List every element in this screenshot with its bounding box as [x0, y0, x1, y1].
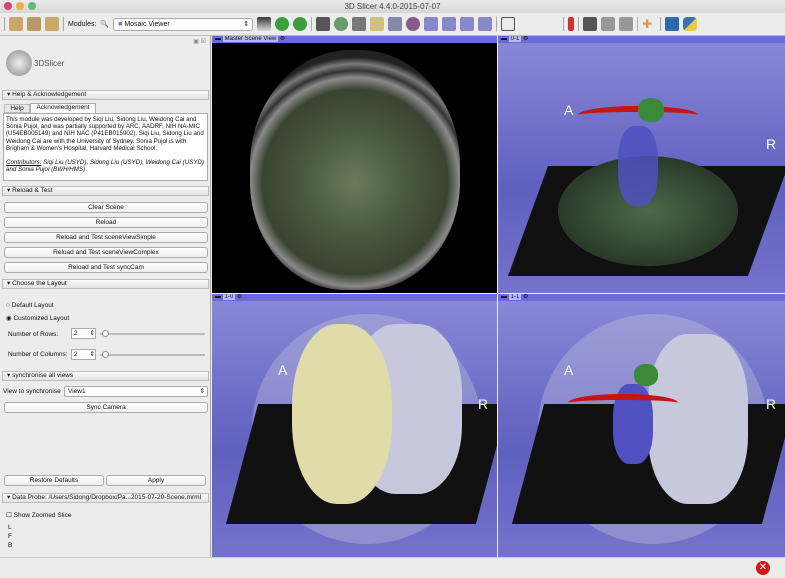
orientation-a: A — [564, 362, 574, 378]
view-controller-bar[interactable]: ▬ 1-0 ⚙ — [212, 294, 497, 301]
module-panel: ▣ ☒ 3DSlicer ▾ Help & Acknowledgement He… — [0, 36, 211, 557]
probe-line-b: B — [8, 542, 13, 549]
tab-acknowledgement[interactable]: Acknowledgement — [30, 103, 96, 113]
clear-scene-button[interactable]: Clear Scene — [4, 202, 208, 213]
module-search-icon[interactable]: 🔍 — [100, 20, 109, 28]
view-to-sync-select[interactable]: View1 ⇕ — [64, 386, 208, 397]
title-bar: 3D Slicer 4.4.0-2015-07-07 — [0, 0, 785, 13]
rows-slider[interactable] — [100, 330, 205, 337]
python-icon[interactable] — [683, 17, 698, 31]
models-icon[interactable] — [352, 17, 367, 31]
modules-label: Modules: — [68, 20, 97, 28]
editor-icon[interactable] — [370, 17, 385, 31]
back-icon[interactable] — [275, 17, 290, 31]
data-module-icon[interactable] — [316, 17, 331, 31]
close-window-button[interactable] — [4, 2, 12, 10]
cortex-right — [648, 334, 748, 504]
error-log-icon[interactable]: ✕ — [756, 561, 770, 575]
puzzle-icon: ■ — [118, 20, 123, 28]
columns-label: Number of Columns: — [8, 351, 68, 358]
extension-3-icon[interactable] — [460, 17, 475, 31]
reload-test-simple-button[interactable]: Reload and Test sceneViewSimple — [4, 232, 208, 243]
apply-button[interactable]: Apply — [106, 475, 206, 486]
view-to-sync-label: View to synchronise — [3, 388, 61, 395]
sync-camera-button[interactable]: Sync Camera — [4, 402, 208, 413]
data-probe-header[interactable]: ▾ Data Probe: /Users/Sidong/Dropbox/Pa..… — [2, 493, 209, 503]
orientation-a: A — [278, 362, 288, 378]
forward-icon[interactable] — [293, 17, 308, 31]
status-bar: ✕ — [0, 557, 785, 578]
rows-label: Number of Rows: — [8, 331, 59, 338]
scene-view-icon[interactable] — [601, 17, 616, 31]
crosshair-icon[interactable]: ✚ — [642, 17, 656, 31]
tab-help[interactable]: Help — [4, 104, 30, 113]
module-history-icon[interactable] — [257, 17, 272, 31]
acknowledgement-text: This module was developed by Siqi Liu, S… — [3, 113, 208, 181]
slicer-logo — [6, 50, 32, 76]
load-data-icon[interactable] — [9, 17, 23, 31]
reload-test-complex-button[interactable]: Reload and Test sceneViewComplex — [4, 247, 208, 258]
columns-spinbox[interactable]: 2 ⇕ — [71, 349, 96, 360]
tumor-model — [634, 364, 658, 386]
restore-defaults-button[interactable]: Restore Defaults — [4, 475, 104, 486]
extension-2-icon[interactable] — [442, 17, 457, 31]
default-layout-radio[interactable]: ○ Default Layout — [6, 302, 54, 309]
view-0-1[interactable]: ▬ 0-1 ⚙ A R — [498, 36, 785, 293]
help-section-header[interactable]: ▾ Help & Acknowledgement — [2, 90, 209, 100]
volumes-icon[interactable] — [334, 17, 349, 31]
layout-section-header[interactable]: ▾ Choose the Layout — [2, 279, 209, 289]
zoom-window-button[interactable] — [28, 2, 36, 10]
main-toolbar: Modules: 🔍 ■ Mosaic Viewer ⇕ ✚ — [0, 13, 785, 36]
orientation-r: R — [766, 136, 777, 152]
sync-section-header[interactable]: ▾ synchronise all views — [2, 371, 209, 381]
module-selector[interactable]: ■ Mosaic Viewer ⇕ — [113, 17, 254, 31]
view-controller-bar[interactable]: ▬ Master Scene View ⚙ — [212, 36, 497, 43]
show-zoomed-slice-checkbox[interactable]: ☐ Show Zoomed Slice — [6, 511, 71, 519]
markups-icon[interactable] — [406, 17, 421, 31]
crosshair-orient-icon[interactable] — [568, 17, 575, 31]
vessels — [568, 394, 678, 412]
columns-slider[interactable] — [100, 351, 205, 358]
minimize-window-button[interactable] — [16, 2, 24, 10]
master-scene-view[interactable]: ▬ Master Scene View ⚙ — [212, 36, 497, 293]
orientation-r: R — [766, 396, 777, 412]
layout-icon[interactable] — [501, 17, 516, 31]
reload-button[interactable]: Reload — [4, 217, 208, 228]
panel-dock-icons[interactable]: ▣ ☒ — [193, 38, 206, 45]
save-icon[interactable] — [45, 17, 59, 31]
reload-section-header[interactable]: ▾ Reload & Test — [2, 186, 209, 196]
screenshot-icon[interactable] — [583, 17, 598, 31]
tumor-model — [638, 98, 664, 122]
window-title: 3D Slicer 4.4.0-2015-07-07 — [344, 2, 441, 11]
transforms-icon[interactable] — [388, 17, 403, 31]
scene-view-restore-icon[interactable] — [619, 17, 634, 31]
extension-4-icon[interactable] — [478, 17, 493, 31]
dicom-icon[interactable] — [27, 17, 41, 31]
customized-layout-radio[interactable]: ◉ Customized Layout — [6, 314, 69, 322]
cortex-left-highlighted — [292, 324, 392, 504]
probe-line-f: F — [8, 533, 12, 540]
extension-manager-icon[interactable] — [665, 17, 680, 31]
rows-spinbox[interactable]: 2 ⇕ — [71, 328, 96, 339]
probe-line-l: L — [8, 524, 12, 531]
fiber-tracts — [618, 126, 658, 206]
orientation-a: A — [564, 102, 574, 118]
view-1-1[interactable]: ▬ 1-1 ⚙ A R — [498, 294, 785, 557]
orientation-r: R — [478, 396, 489, 412]
extension-1-icon[interactable] — [424, 17, 439, 31]
view-controller-bar[interactable]: ▬ 0-1 ⚙ — [498, 36, 785, 43]
reload-test-synccam-button[interactable]: Reload and Test syncCam — [4, 262, 208, 273]
view-1-0[interactable]: ▬ 1-0 ⚙ A R — [212, 294, 497, 557]
view-controller-bar[interactable]: ▬ 1-1 ⚙ — [498, 294, 785, 301]
logo-text: 3DSlicer — [34, 59, 65, 68]
axial-slice-image — [250, 50, 460, 290]
